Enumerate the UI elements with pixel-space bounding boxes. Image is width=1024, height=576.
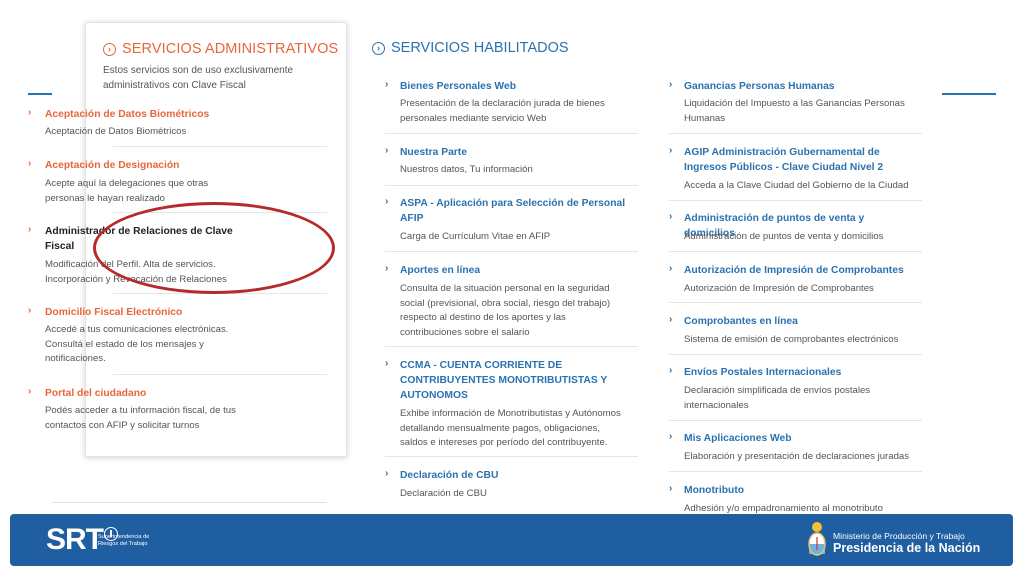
admin-services-description: Estos servicios son de uso exclusivament… <box>103 65 294 91</box>
admin-item-desc: Aceptación de Datos Biométricos <box>45 126 187 137</box>
admin-item-desc: Accedé a tus comunicaciones electrónicas… <box>45 324 229 364</box>
service-item-desc: Liquidación del Impuesto a las Ganancias… <box>684 98 905 124</box>
admin-item-title[interactable]: Aceptación de Designación <box>45 158 245 173</box>
service-item-title[interactable]: Declaración de CBU <box>400 468 630 483</box>
chevron-right-icon: › <box>28 305 32 316</box>
circle-chevron-right-icon: › <box>103 42 116 56</box>
chevron-right-icon: › <box>669 365 673 376</box>
service-item-title[interactable]: Mis Aplicaciones Web <box>684 431 914 446</box>
service-item-desc: Elaboración y presentación de declaracio… <box>684 451 910 462</box>
admin-item-desc: Acepte aquí la delegaciones que otras pe… <box>45 178 209 204</box>
divider <box>669 200 922 201</box>
divider <box>385 456 638 457</box>
divider <box>385 133 638 134</box>
chevron-right-icon: › <box>385 263 389 274</box>
divider <box>113 293 327 294</box>
divider <box>52 502 327 503</box>
service-item-title[interactable]: Nuestra Parte <box>400 145 630 160</box>
chevron-right-icon: › <box>385 145 389 156</box>
service-item-title[interactable]: Envíos Postales Internacionales <box>684 365 914 380</box>
service-item-desc: Exhibe información de Monotributistas y … <box>400 408 621 448</box>
chevron-right-icon: › <box>28 224 32 235</box>
service-item-desc: Consulta de la situación personal en la … <box>400 283 611 338</box>
service-item-title[interactable]: Comprobantes en línea <box>684 314 914 329</box>
service-item-desc: Nuestros datos, Tu información <box>400 164 533 175</box>
service-item-desc: Administración de puntos de venta y domi… <box>684 231 884 242</box>
admin-item-title[interactable]: Aceptación de Datos Biométricos <box>45 107 245 122</box>
admin-services-header: › SERVICIOS ADMINISTRATIVOS <box>103 41 338 57</box>
footer-bar: SRT Superintendencia de Riesgos del Trab… <box>10 514 1013 566</box>
chevron-right-icon: › <box>385 468 389 479</box>
admin-item-desc: Podés acceder a tu información fiscal, d… <box>45 405 236 431</box>
divider <box>669 354 922 355</box>
service-item-title[interactable]: AGIP Administración Gubernamental de Ing… <box>684 145 889 175</box>
srt-logo-text: SRT <box>46 523 104 556</box>
chevron-right-icon: › <box>669 263 673 274</box>
chevron-right-icon: › <box>669 211 673 222</box>
admin-item-title[interactable]: Administrador de Relaciones de Clave Fis… <box>45 224 245 254</box>
service-item-title[interactable]: Bienes Personales Web <box>400 79 630 94</box>
divider <box>669 302 922 303</box>
service-item-desc: Presentación de la declaración jurada de… <box>400 98 605 124</box>
enabled-services-title: SERVICIOS HABILITADOS <box>391 40 569 56</box>
srt-subtitle: Superintendencia de Riesgos del Trabajo <box>98 534 150 547</box>
presidency-text: Presidencia de la Nación <box>833 541 981 555</box>
divider <box>385 346 638 347</box>
service-item-title[interactable]: Monotributo <box>684 483 914 498</box>
service-item-title[interactable]: Ganancias Personas Humanas <box>684 79 914 94</box>
chevron-right-icon: › <box>669 431 673 442</box>
service-item-desc: Acceda a la Clave Ciudad del Gobierno de… <box>684 180 909 191</box>
service-item-desc: Declaración simplificada de envíos posta… <box>684 385 871 411</box>
chevron-right-icon: › <box>385 79 389 90</box>
admin-item-desc: Modificación del Perfil. Alta de servici… <box>45 259 227 285</box>
service-item-title[interactable]: Aportes en línea <box>400 263 630 278</box>
service-item-title[interactable]: ASPA - Aplicación para Selección de Pers… <box>400 196 630 226</box>
chevron-right-icon: › <box>28 386 32 397</box>
chevron-right-icon: › <box>669 483 673 494</box>
divider <box>669 420 922 421</box>
admin-item-title[interactable]: Portal del ciudadano <box>45 386 245 401</box>
divider <box>669 133 922 134</box>
decorative-line-right <box>942 93 996 95</box>
divider <box>113 212 327 213</box>
service-item-title[interactable]: CCMA - CUENTA CORRIENTE DE CONTRIBUYENTE… <box>400 358 610 403</box>
enabled-services-header: › SERVICIOS HABILITADOS <box>372 40 569 56</box>
chevron-right-icon: › <box>28 107 32 118</box>
service-item-desc: Declaración de CBU <box>400 488 487 499</box>
chevron-right-icon: › <box>385 196 389 207</box>
service-item-desc: Carga de Currículum Vitae en AFIP <box>400 231 551 242</box>
divider <box>113 146 327 147</box>
chevron-right-icon: › <box>28 158 32 169</box>
chevron-right-icon: › <box>669 145 673 156</box>
coat-of-arms-icon <box>808 522 826 556</box>
admin-item-title[interactable]: Domicilio Fiscal Electrónico <box>45 305 245 320</box>
decorative-line-left <box>28 93 52 95</box>
chevron-right-icon: › <box>669 79 673 90</box>
service-item-desc: Autorización de Impresión de Comprobante… <box>684 283 874 294</box>
divider <box>385 251 638 252</box>
chevron-right-icon: › <box>385 358 389 369</box>
service-item-title[interactable]: Autorización de Impresión de Comprobante… <box>684 263 914 278</box>
divider <box>385 185 638 186</box>
ministry-text: Ministerio de Producción y Trabajo <box>833 531 965 541</box>
chevron-right-icon: › <box>669 314 673 325</box>
circle-chevron-right-icon: › <box>372 41 385 55</box>
divider <box>113 374 327 375</box>
service-item-desc: Sistema de emisión de comprobantes elect… <box>684 334 899 345</box>
admin-services-title: SERVICIOS ADMINISTRATIVOS <box>122 41 339 57</box>
divider <box>669 251 922 252</box>
divider <box>669 471 922 472</box>
